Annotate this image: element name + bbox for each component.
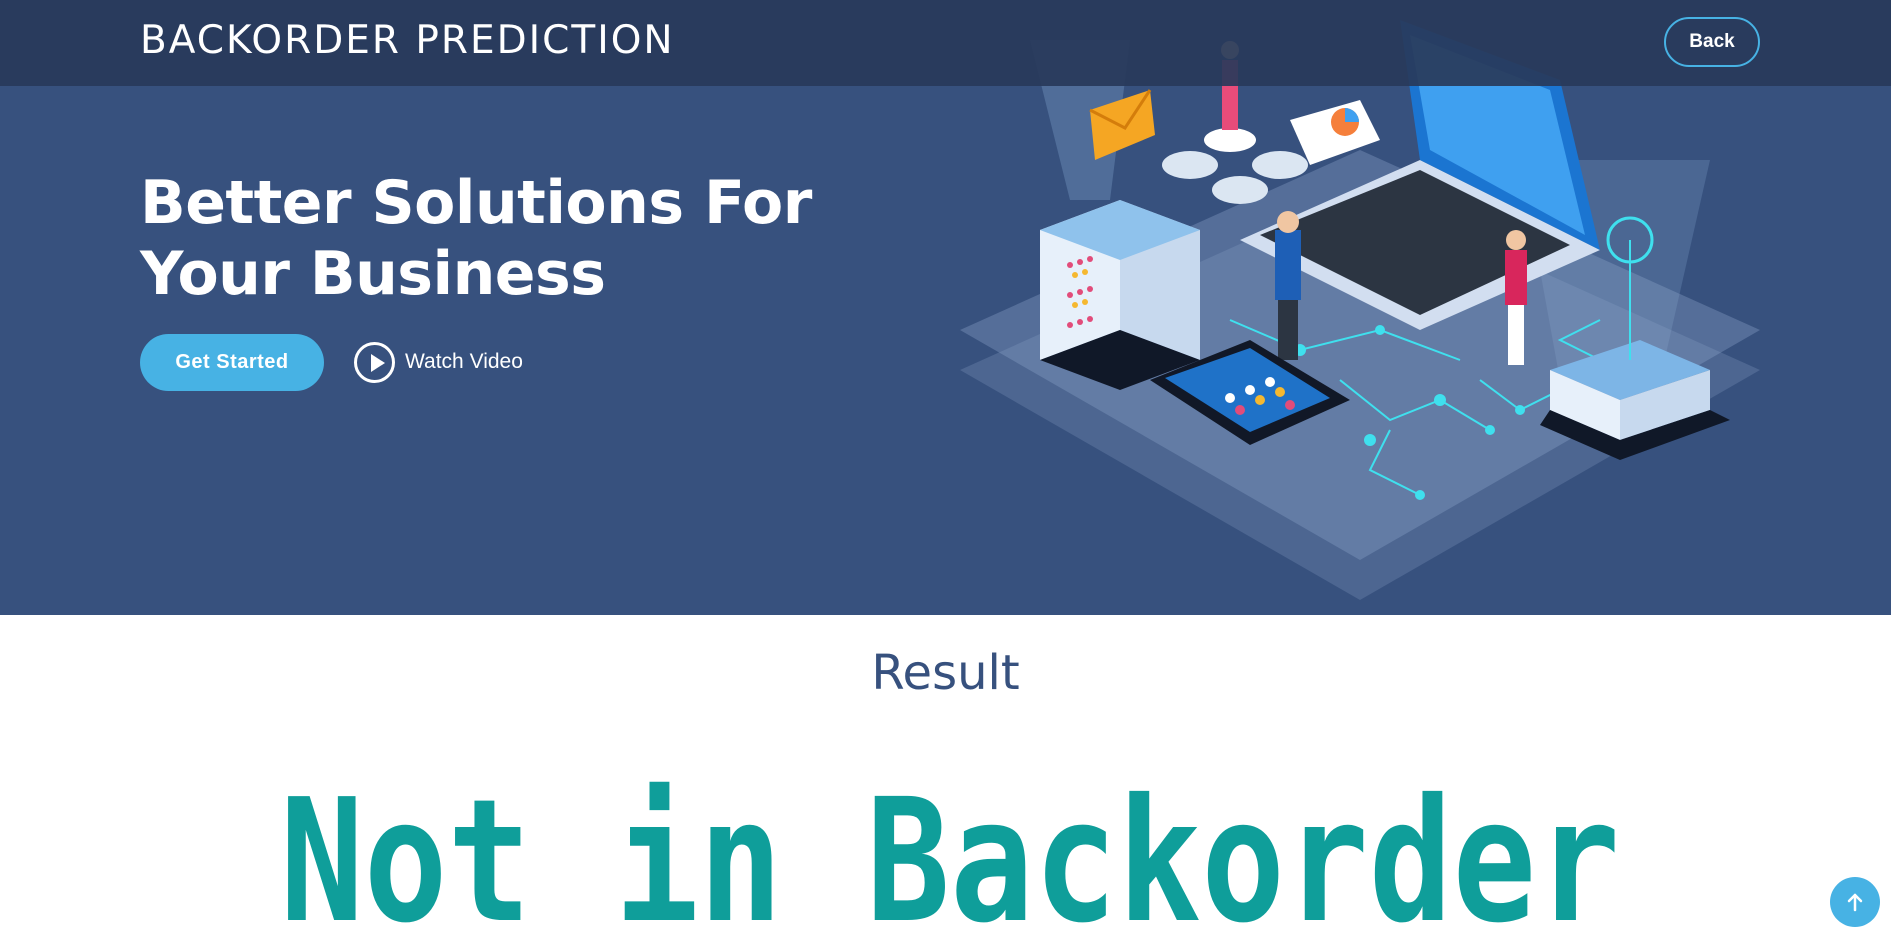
hero-section: BACKORDER PREDICTION Back Better Solutio… — [0, 0, 1891, 615]
result-value: Not in Backorder — [280, 763, 1620, 942]
get-started-button[interactable]: Get Started — [140, 334, 324, 391]
arrow-up-icon — [1847, 893, 1863, 912]
back-button[interactable]: Back — [1664, 17, 1760, 67]
play-circle-icon — [354, 341, 395, 383]
result-value-text: Not in Backorder — [280, 763, 1620, 942]
watch-video-link[interactable]: Watch Video — [354, 341, 523, 383]
watch-video-label: Watch Video — [405, 350, 523, 373]
result-heading: Result — [871, 645, 1020, 701]
top-header: BACKORDER PREDICTION Back — [0, 0, 1891, 86]
scroll-to-top-button[interactable] — [1830, 877, 1880, 927]
hero-illustration — [960, 20, 1760, 600]
hero-title: Better Solutions For Your Business — [140, 168, 812, 309]
site-logo[interactable]: BACKORDER PREDICTION — [140, 18, 675, 63]
